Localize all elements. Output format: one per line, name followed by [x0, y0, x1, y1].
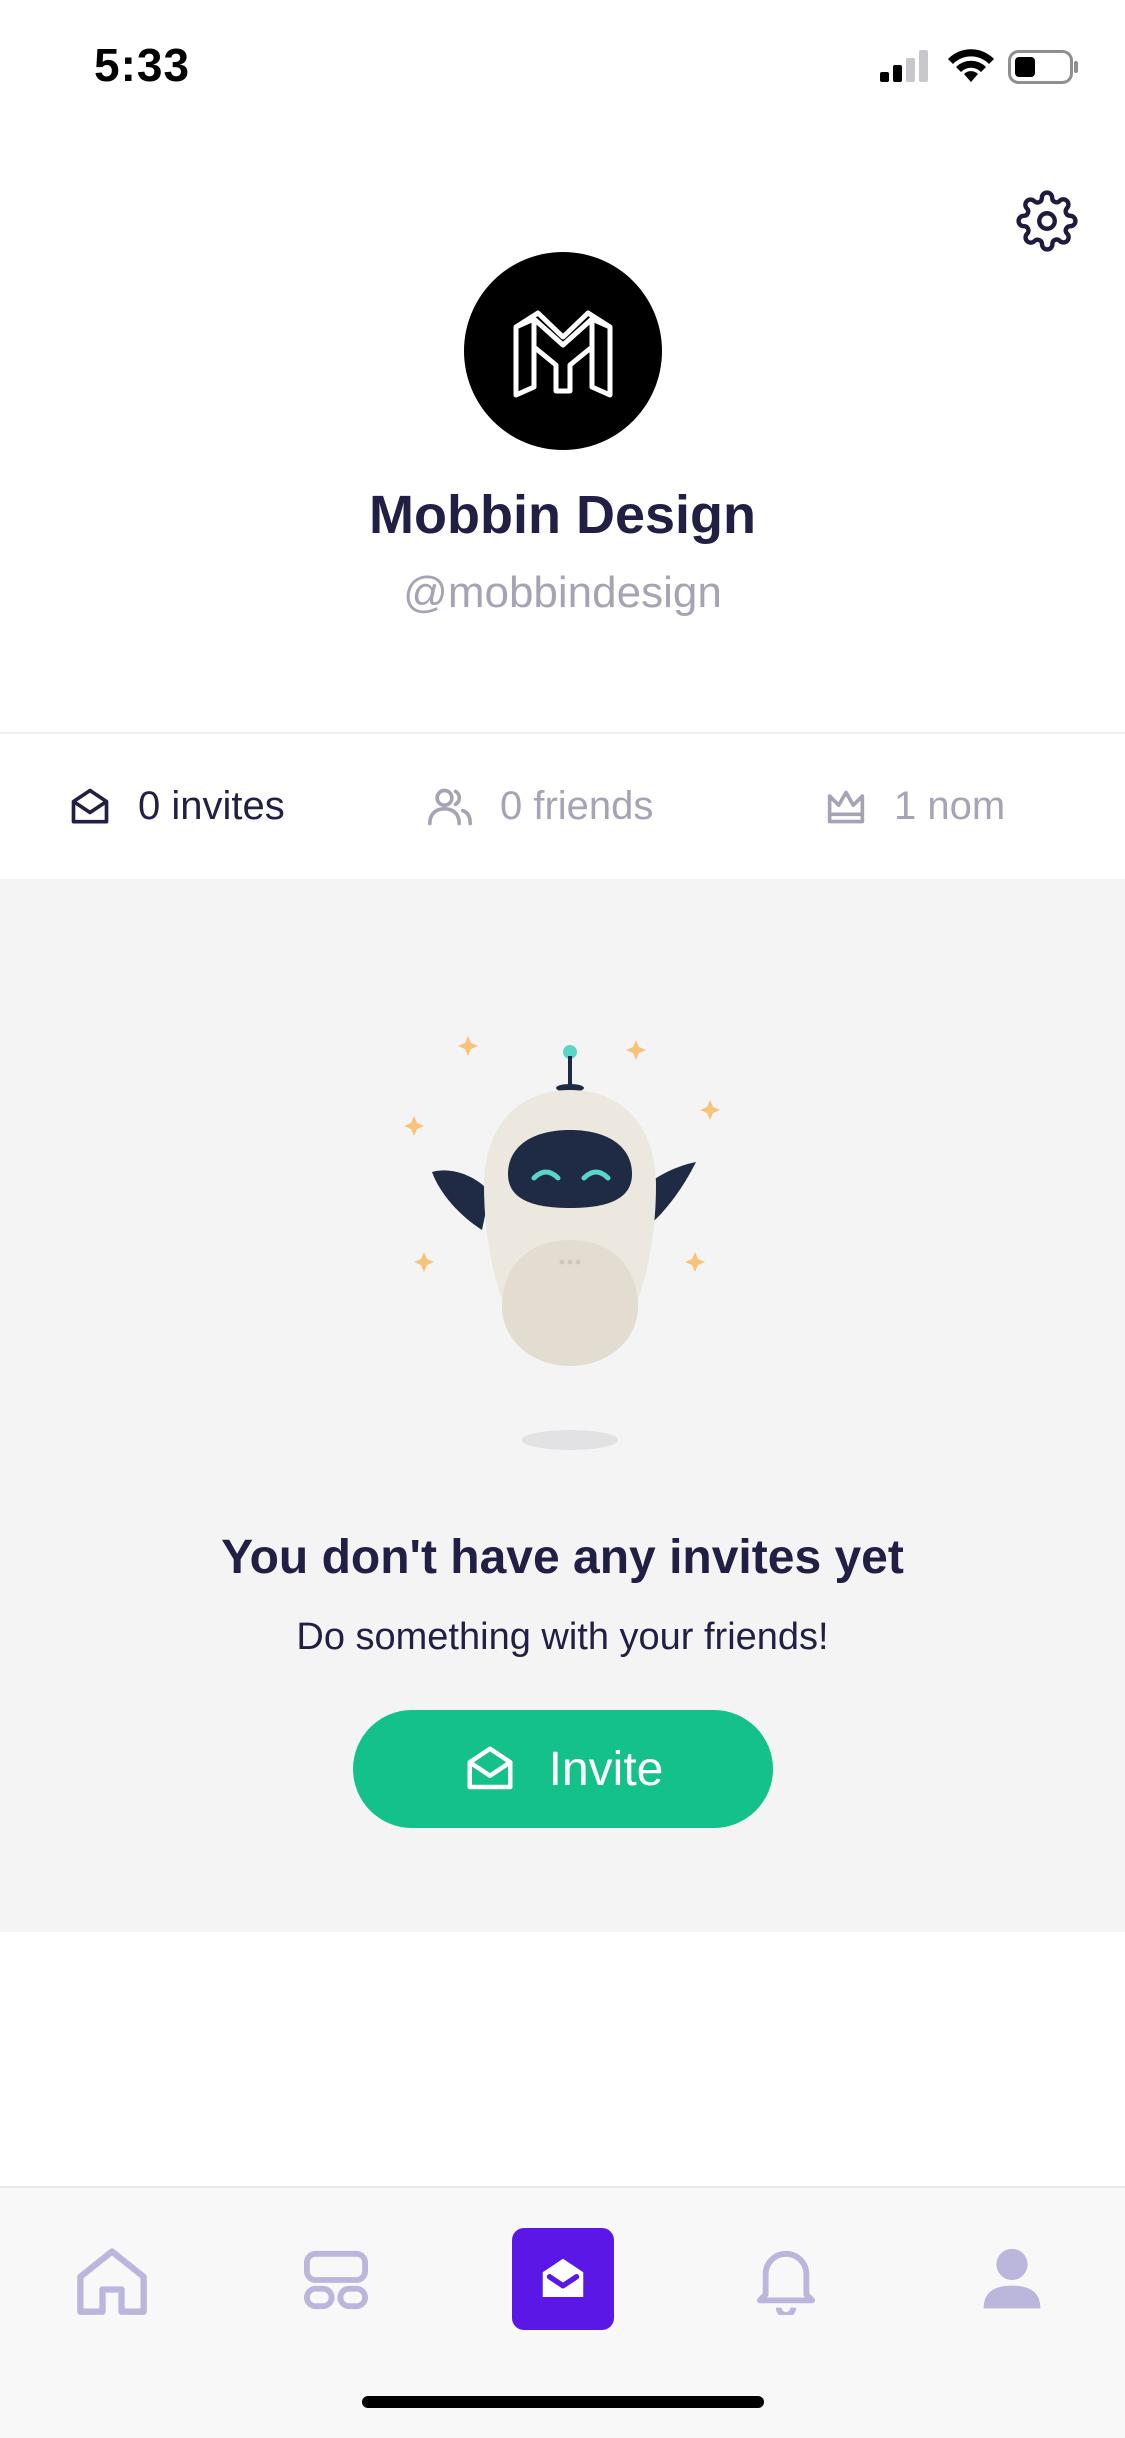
- grid-icon: [304, 2250, 368, 2310]
- empty-state-title: You don't have any invites yet: [221, 1531, 904, 1584]
- profile-handle: @mobbindesign: [403, 568, 722, 617]
- mobbin-logo-icon: [513, 310, 613, 398]
- stat-friends[interactable]: 0 friends: [426, 734, 653, 879]
- stat-friends-label: 0 friends: [500, 784, 654, 828]
- avatar[interactable]: [464, 252, 662, 450]
- profile-name: Mobbin Design: [369, 485, 756, 545]
- tab-profile[interactable]: [962, 2230, 1062, 2330]
- envelope-icon: [467, 1746, 513, 1790]
- user-icon: [983, 2248, 1041, 2309]
- gear-icon: [1016, 190, 1078, 252]
- stat-noms-label: 1 nom: [894, 784, 1006, 828]
- stats-bar: 0 invites 0 friends 1 nom: [0, 734, 1125, 879]
- wifi-icon: [948, 49, 994, 82]
- tab-notifications[interactable]: [736, 2230, 836, 2330]
- invite-button-label: Invite: [548, 1742, 664, 1796]
- battery-icon: [1008, 50, 1078, 84]
- tab-home[interactable]: [62, 2230, 162, 2330]
- tab-feed[interactable]: [286, 2230, 386, 2330]
- empty-state-subtitle: Do something with your friends!: [296, 1616, 829, 1658]
- status-time: 5:33: [94, 39, 191, 91]
- robot-illustration: [404, 1036, 720, 1450]
- people-icon: [428, 788, 472, 825]
- invite-button[interactable]: Invite: [353, 1710, 773, 1828]
- home-icon: [77, 2248, 147, 2315]
- tab-invites[interactable]: [512, 2228, 614, 2330]
- signal-icon: [880, 50, 928, 82]
- stat-noms[interactable]: 1 nom: [824, 734, 1005, 879]
- home-indicator: [362, 2396, 764, 2408]
- envelope-icon: [71, 788, 109, 823]
- stat-invites-label: 0 invites: [138, 784, 285, 828]
- envelope-icon: [542, 2258, 584, 2297]
- stat-invites[interactable]: 0 invites: [68, 734, 285, 879]
- settings-button[interactable]: [1016, 190, 1078, 252]
- crown-icon: [827, 790, 865, 823]
- bell-icon: [756, 2250, 816, 2315]
